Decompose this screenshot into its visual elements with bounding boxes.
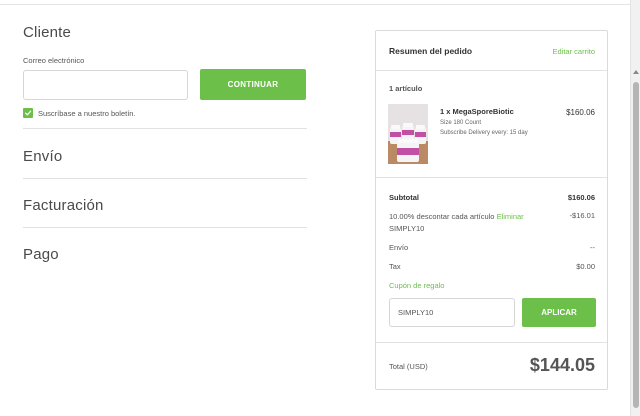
apply-coupon-button[interactable]: APLICAR xyxy=(522,298,596,327)
remove-discount-link[interactable]: Eliminar xyxy=(497,212,524,221)
total-value: $144.05 xyxy=(529,355,595,375)
order-summary-title: Resumen del pedido xyxy=(389,46,473,56)
product-image xyxy=(388,104,428,164)
discount-label: 10.00% descontar cada artículo Eliminar … xyxy=(389,211,524,235)
section-divider xyxy=(23,178,307,179)
discount-value: -$16.01 xyxy=(569,211,595,220)
product-price: $160.06 xyxy=(566,108,595,117)
newsletter-checkbox-row[interactable]: Suscríbase a nuestro boletín. xyxy=(23,108,136,118)
total-label: Total (USD) xyxy=(389,362,428,371)
section-divider xyxy=(23,128,307,129)
summary-divider xyxy=(376,342,607,343)
subtotal-label: Subtotal xyxy=(389,193,419,202)
facturacion-section-title: Facturación xyxy=(23,197,104,214)
section-divider xyxy=(23,227,307,228)
envio-section-title: Envío xyxy=(23,148,63,165)
items-count: 1 artículo xyxy=(389,84,423,93)
gift-coupon-link[interactable]: Cupón de regalo xyxy=(389,281,444,290)
discount-text: 10.00% descontar cada artículo xyxy=(389,212,495,221)
product-size: Size 180 Count xyxy=(440,120,482,126)
summary-divider xyxy=(376,177,607,178)
order-summary-header: Resumen del pedido Editar carrito xyxy=(376,31,607,71)
tax-value: $0.00 xyxy=(576,262,595,271)
email-field[interactable] xyxy=(23,70,188,100)
newsletter-label: Suscríbase a nuestro boletín. xyxy=(38,108,136,118)
order-summary: Resumen del pedido Editar carrito 1 artí… xyxy=(375,30,608,390)
checkmark-icon xyxy=(24,110,32,116)
tax-label: Tax xyxy=(389,262,401,271)
edit-cart-link[interactable]: Editar carrito xyxy=(552,47,595,56)
newsletter-checkbox[interactable] xyxy=(23,108,33,118)
top-divider xyxy=(0,4,630,5)
shipping-value: -- xyxy=(590,243,595,252)
coupon-input[interactable]: SIMPLY10 xyxy=(389,298,515,327)
pago-section-title: Pago xyxy=(23,246,59,263)
cliente-section-title: Cliente xyxy=(23,24,72,41)
page-scrollbar[interactable] xyxy=(630,0,640,416)
product-subscription: Subscribe Delivery every: 15 day xyxy=(440,130,528,136)
discount-code: SIMPLY10 xyxy=(389,224,425,233)
product-name: 1 x MegaSporeBiotic xyxy=(440,107,514,116)
email-label: Correo electrónico xyxy=(23,56,85,65)
scroll-up-arrow-icon[interactable] xyxy=(633,70,639,74)
scrollbar-thumb[interactable] xyxy=(633,82,639,408)
shipping-label: Envío xyxy=(389,243,409,252)
continue-button[interactable]: CONTINUAR xyxy=(200,69,306,100)
subtotal-value: $160.06 xyxy=(567,193,595,202)
